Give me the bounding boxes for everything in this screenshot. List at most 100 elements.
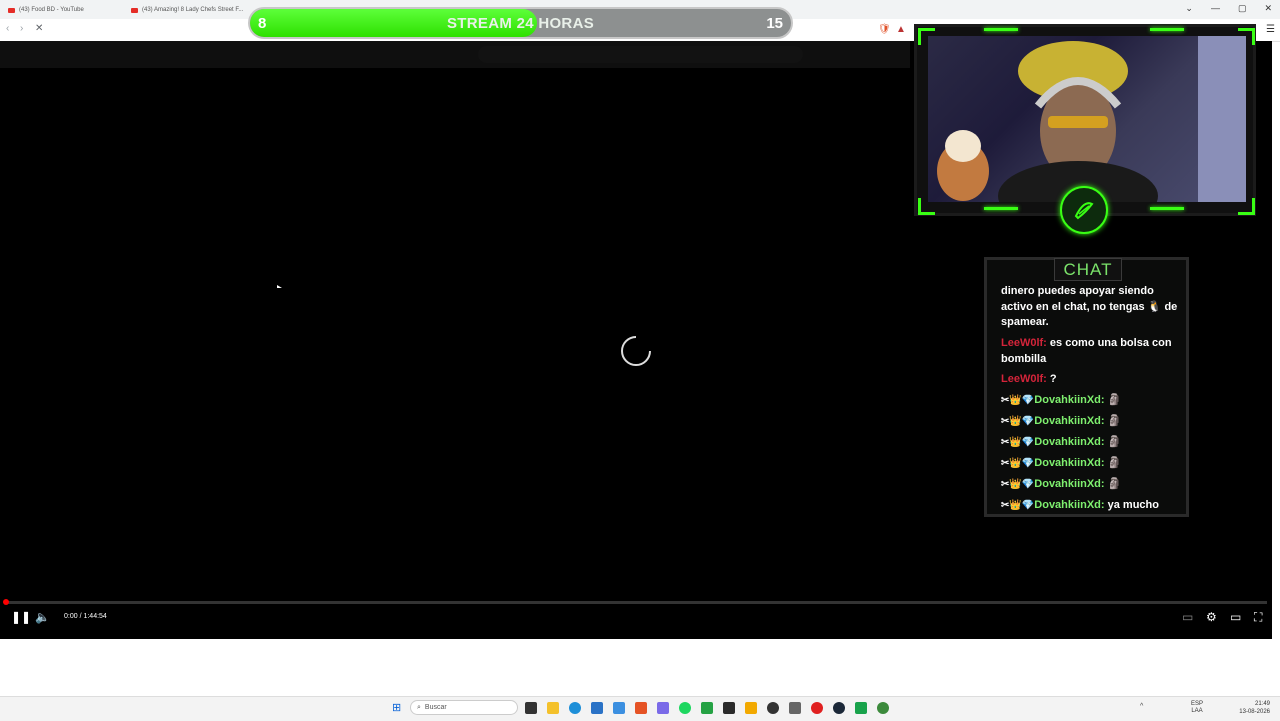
discord-icon[interactable] [657, 702, 669, 714]
chat-username: DovahkiinXd: [1034, 436, 1105, 448]
tray-chevron-icon[interactable]: ^ [1140, 703, 1143, 710]
youtube-search-box[interactable] [478, 46, 803, 63]
tab-list-button[interactable]: ⌄ [1185, 3, 1193, 14]
chat-username: LeeW0lf: [1001, 337, 1047, 349]
brave-icon[interactable] [635, 702, 647, 714]
fullscreen-icon[interactable]: ⛶ [1254, 610, 1262, 625]
user-badges: ✂👑💎 [1001, 500, 1035, 511]
app-icon[interactable] [811, 702, 823, 714]
app-icon[interactable] [745, 702, 757, 714]
chat-text: 🗿 [1107, 478, 1122, 490]
user-badges: ✂👑💎 [1001, 395, 1035, 406]
frame-accent [984, 28, 1018, 31]
clock-date: 13-08-2026 [1239, 709, 1270, 715]
video-time: 0:00 / 1:44:54 [64, 613, 107, 620]
chat-message: LeeW0lf: es como una bolsa con bombilla [1001, 336, 1181, 367]
brave-rewards-icon[interactable]: ▲ [896, 24, 906, 35]
frame-corner [918, 198, 935, 215]
chat-message: LeeW0lf: ? [1001, 372, 1181, 388]
volume-icon[interactable]: 🔈 [35, 610, 50, 624]
chat-message: ✂👑💎DovahkiinXd: 🗿 [1001, 393, 1181, 409]
chat-message: dinero puedes apoyar siendo activo en el… [1001, 284, 1181, 331]
streamer-silhouette [937, 36, 1246, 202]
whatsapp-icon[interactable] [701, 702, 713, 714]
chat-username: DovahkiinXd: [1034, 394, 1105, 406]
frame-accent [984, 207, 1018, 210]
chat-text: 🗿 [1107, 436, 1122, 448]
taskbar-search-placeholder: Buscar [424, 704, 447, 711]
subtitles-icon[interactable]: ▭ [1182, 610, 1193, 624]
file-explorer-icon[interactable] [547, 702, 559, 714]
youtube-icon [131, 7, 138, 13]
edge-icon[interactable] [569, 702, 581, 714]
app-icon[interactable] [789, 702, 801, 714]
chat-text: 🗿 [1107, 394, 1122, 406]
chat-text: 🗿 [1107, 415, 1122, 427]
spotify-icon[interactable] [679, 702, 691, 714]
youtube-icon [8, 7, 15, 13]
chat-message: ✂👑💎DovahkiinXd: 🗿 [1001, 456, 1181, 472]
chat-message: ✂👑💎DovahkiinXd: 🗿 [1001, 414, 1181, 430]
chat-text: dinero puedes apoyar siendo activo en el… [1001, 285, 1178, 328]
channel-logo-icon [1060, 186, 1108, 234]
frame-corner [1238, 28, 1255, 45]
chat-text: ya mucho [1107, 499, 1159, 511]
minimize-button[interactable]: — [1211, 3, 1220, 14]
windows-start-icon[interactable]: ⊞ [392, 701, 401, 714]
brave-shield-icon[interactable]: 🛡 [878, 24, 891, 35]
chat-message: ✂👑💎DovahkiinXd: 🗿 [1001, 435, 1181, 451]
chat-username: LeeW0lf: [1001, 373, 1047, 385]
stream-progress-bar: STREAM 24 HORAS 8 15 [248, 7, 793, 39]
language-indicator[interactable]: ESP LAA [1191, 701, 1203, 715]
store-icon[interactable] [591, 702, 603, 714]
app-icon[interactable] [855, 702, 867, 714]
user-badges: ✂👑💎 [1001, 437, 1035, 448]
frame-corner [918, 28, 935, 45]
language-code: ESP [1191, 701, 1204, 707]
xbox-icon[interactable] [723, 702, 735, 714]
stop-icon[interactable]: ✕ [35, 23, 43, 34]
close-button[interactable]: ✕ [1264, 3, 1272, 14]
stream-title: STREAM 24 HORAS [446, 15, 595, 32]
task-view-icon[interactable] [525, 702, 537, 714]
mouse-cursor-icon [277, 285, 282, 288]
taskbar-clock[interactable]: 21:49 13-08-2026 [1239, 700, 1270, 716]
user-badges: ✂👑💎 [1001, 479, 1035, 490]
frame-corner [1238, 198, 1255, 215]
chat-message: ✂👑💎DovahkiinXd: ya mucho [1001, 498, 1181, 514]
frame-accent [1150, 207, 1184, 210]
browser-tab-2[interactable]: (43) Amazing! 8 Lady Chefs Street F... [131, 2, 243, 18]
chat-username: DovahkiinXd: [1034, 415, 1105, 427]
window-controls: ⌄ — ▢ ✕ [1185, 3, 1272, 14]
browser-tab-1[interactable]: (43) Food BD - YouTube [8, 2, 84, 18]
chat-header: CHAT [1054, 258, 1122, 281]
back-icon[interactable]: ‹ [6, 23, 9, 34]
tab-title: (43) Food BD - YouTube [19, 7, 84, 13]
pause-icon[interactable]: ❚❚ [11, 610, 31, 624]
settings-gear-icon[interactable]: ⚙ [1206, 610, 1217, 624]
video-progress-handle[interactable] [3, 599, 9, 605]
forward-icon[interactable]: › [20, 23, 23, 34]
app-icon[interactable] [613, 702, 625, 714]
user-badges: ✂👑💎 [1001, 458, 1035, 469]
chat-text: ? [1049, 373, 1057, 385]
search-icon: ⌕ [417, 703, 421, 711]
chat-username: DovahkiinXd: [1034, 499, 1105, 511]
taskbar-search[interactable]: ⌕ Buscar [410, 700, 518, 715]
chat-message: ✂👑💎DovahkiinXd: 🗿 [1001, 477, 1181, 493]
maximize-button[interactable]: ▢ [1238, 3, 1247, 14]
chat-username: DovahkiinXd: [1034, 478, 1105, 490]
obs-icon[interactable] [767, 702, 779, 714]
menu-icon[interactable]: ☰ [1266, 24, 1275, 35]
tab-title: (43) Amazing! 8 Lady Chefs Street F... [142, 7, 244, 13]
video-progress-bar[interactable] [5, 601, 1267, 604]
theater-mode-icon[interactable]: ▭ [1230, 610, 1241, 624]
chat-text: 🗿 [1107, 457, 1122, 469]
steam-icon[interactable] [833, 702, 845, 714]
stream-goal-number: 15 [766, 15, 783, 32]
chat-username: DovahkiinXd: [1034, 457, 1105, 469]
frame-accent [1150, 28, 1184, 31]
clock-time: 21:49 [1254, 701, 1270, 707]
webcam-feed [928, 36, 1246, 202]
app-icon[interactable] [877, 702, 889, 714]
